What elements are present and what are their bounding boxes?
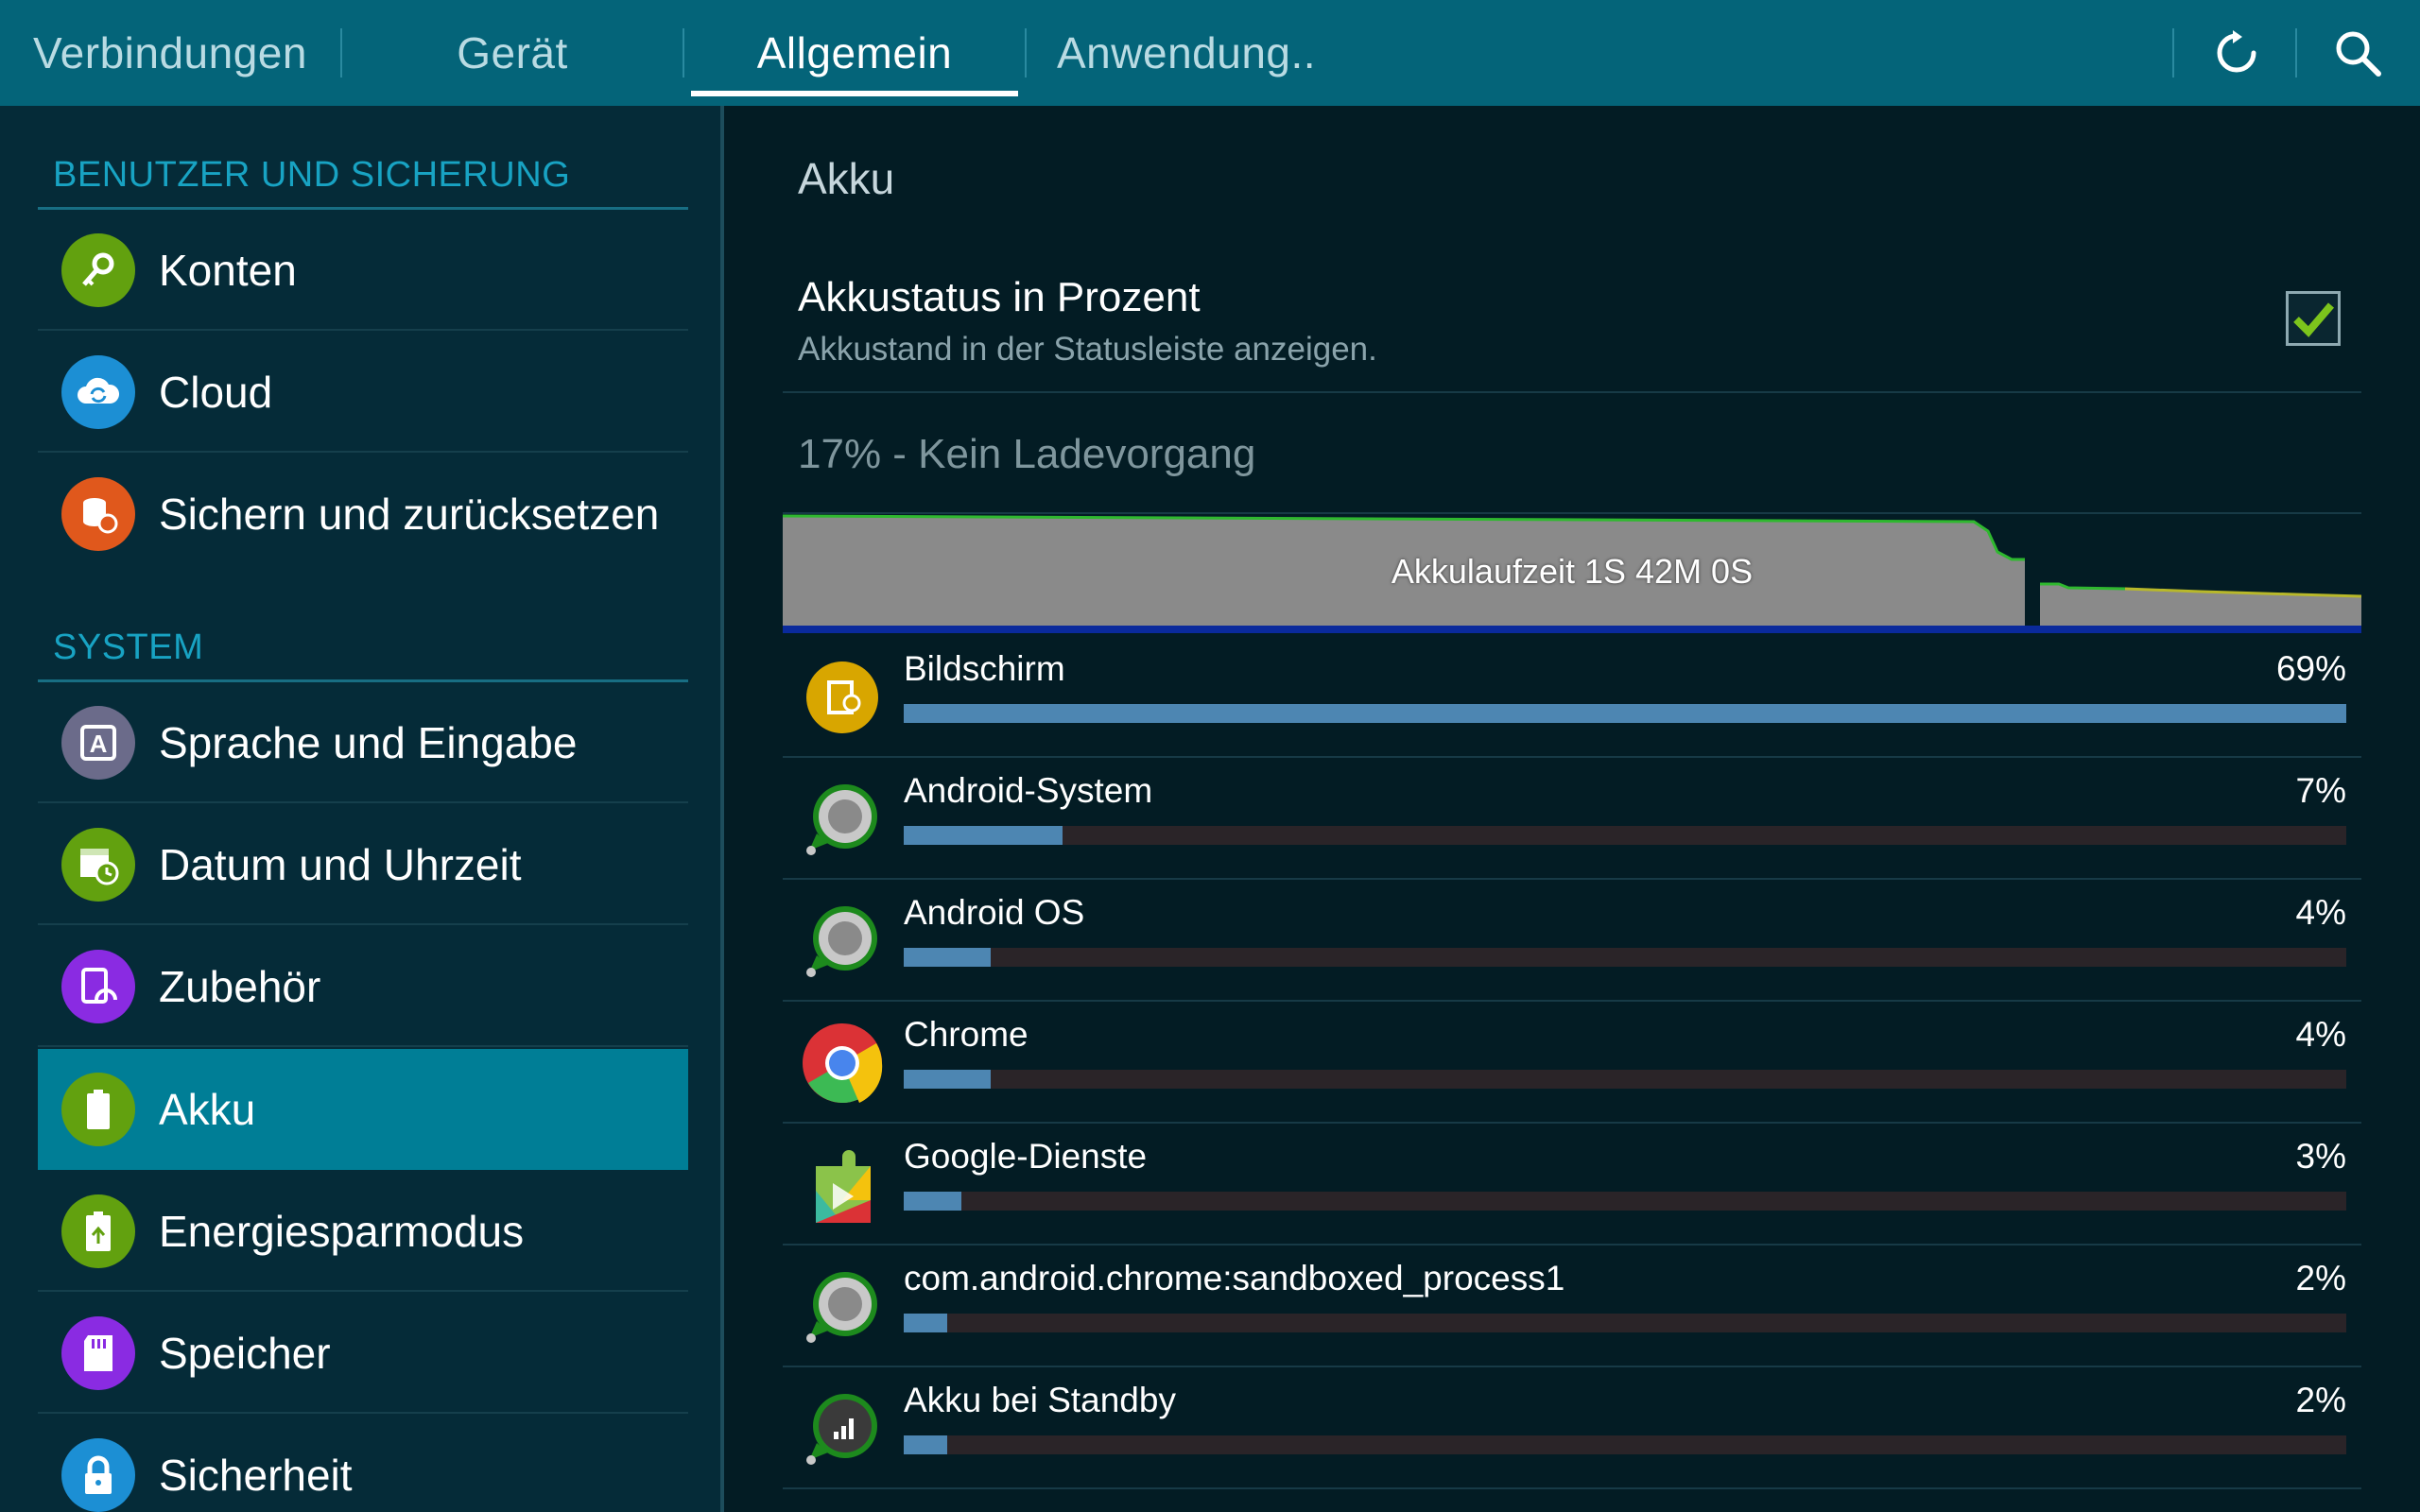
usage-percent: 4% xyxy=(2295,1015,2346,1054)
sidebar-item-datum[interactable]: Datum und Uhrzeit xyxy=(38,804,688,925)
sidebar-item-label: Energiesparmodus xyxy=(159,1207,525,1256)
accessory-icon xyxy=(61,950,135,1023)
tab-verbindungen[interactable]: Verbindungen xyxy=(0,0,340,106)
sidebar-item-backup[interactable]: Sichern und zurücksetzen xyxy=(38,454,688,575)
sidebar-item-label: Cloud xyxy=(159,368,273,417)
sidebar-item-speicher[interactable]: Speicher xyxy=(38,1293,688,1414)
sidebar-item-label: Sicherheit xyxy=(159,1451,353,1500)
standby-signal-icon xyxy=(800,1386,885,1471)
toolbar-separator xyxy=(2172,28,2174,77)
usage-bar xyxy=(904,1435,2346,1454)
google-services-icon xyxy=(800,1143,885,1228)
usage-bar-fill xyxy=(904,1070,991,1089)
usage-bar-fill xyxy=(904,1435,947,1454)
sd-card-icon xyxy=(61,1316,135,1390)
svg-text:A: A xyxy=(90,730,108,758)
lock-icon xyxy=(61,1438,135,1512)
sidebar-item-label: Sichern und zurücksetzen xyxy=(159,490,660,539)
usage-bar xyxy=(904,1314,2346,1332)
app-name: Chrome xyxy=(904,1015,1028,1054)
usage-bar xyxy=(904,1192,2346,1211)
usage-percent: 69% xyxy=(2275,649,2346,688)
sidebar-item-akku[interactable]: Akku xyxy=(38,1049,688,1170)
tab-anwendungen[interactable]: Anwendung.. xyxy=(1027,0,1348,106)
page-title: Akku xyxy=(798,154,895,203)
usage-percent: 3% xyxy=(2295,1137,2346,1176)
cloud-sync-icon xyxy=(61,355,135,429)
usage-row-chrome[interactable]: Chrome 4% xyxy=(783,1002,2361,1124)
section-header-system: SYSTEM xyxy=(53,627,204,667)
sidebar-item-konten[interactable]: Konten xyxy=(38,210,688,331)
usage-bar-fill xyxy=(904,704,2346,723)
calendar-clock-icon xyxy=(61,828,135,902)
usage-row-android-system[interactable]: Android-System 7% xyxy=(783,758,2361,880)
usage-percent: 2% xyxy=(2295,1259,2346,1297)
backup-restore-icon xyxy=(61,477,135,551)
usage-bar xyxy=(904,704,2346,723)
sidebar-item-cloud[interactable]: Cloud xyxy=(38,332,688,453)
app-name: Akku bei Standby xyxy=(904,1381,1176,1419)
app-name: Android-System xyxy=(904,771,1153,810)
sidebar-item-label: Datum und Uhrzeit xyxy=(159,840,522,889)
divider xyxy=(783,391,2361,393)
android-os-icon xyxy=(800,899,885,984)
checkmark-icon xyxy=(2293,302,2335,337)
battery-status: 17% - Kein Ladevorgang xyxy=(798,431,1256,477)
app-name: Bildschirm xyxy=(904,649,1065,688)
app-name: Android OS xyxy=(904,893,1085,932)
sidebar-item-label: Speicher xyxy=(159,1329,331,1378)
usage-row-akku-standby[interactable]: Akku bei Standby 2% xyxy=(783,1367,2361,1489)
active-tab-indicator xyxy=(691,91,1018,96)
section-header-user-backup: BENUTZER UND SICHERUNG xyxy=(53,155,571,195)
sidebar-item-label: Zubehör xyxy=(159,962,321,1011)
battery-icon xyxy=(61,1073,135,1146)
search-icon[interactable] xyxy=(2325,21,2390,85)
sidebar-item-energiesparmodus[interactable]: Energiesparmodus xyxy=(38,1171,688,1292)
app-name: Google-Dienste xyxy=(904,1137,1148,1176)
battery-percent-checkbox[interactable] xyxy=(2286,291,2341,346)
sidebar-item-zubehoer[interactable]: Zubehör xyxy=(38,926,688,1047)
process-icon xyxy=(800,1264,885,1349)
usage-percent: 2% xyxy=(2295,1381,2346,1419)
usage-bar xyxy=(904,1070,2346,1089)
usage-bar-fill xyxy=(904,948,991,967)
toolbar-separator xyxy=(2295,28,2297,77)
sidebar-item-sprache[interactable]: A Sprache und Eingabe xyxy=(38,682,688,803)
usage-bar-fill xyxy=(904,826,1063,845)
sidebar-item-label: Akku xyxy=(159,1085,256,1134)
usage-percent: 4% xyxy=(2295,893,2346,932)
usage-row-sandboxed-process[interactable]: com.android.chrome:sandboxed_process1 2% xyxy=(783,1246,2361,1367)
sidebar-item-label: Konten xyxy=(159,246,297,295)
key-icon xyxy=(61,233,135,307)
usage-row-bildschirm[interactable]: Bildschirm 69% xyxy=(783,636,2361,758)
usage-bar xyxy=(904,948,2346,967)
screen-brightness-icon xyxy=(800,655,885,740)
chrome-icon xyxy=(800,1021,885,1106)
tab-geraet[interactable]: Gerät xyxy=(342,0,683,106)
language-icon: A xyxy=(61,706,135,780)
power-saving-icon xyxy=(61,1194,135,1268)
usage-row-android-os[interactable]: Android OS 4% xyxy=(783,880,2361,1002)
usage-bar-fill xyxy=(904,1314,947,1332)
refresh-icon[interactable] xyxy=(2204,21,2269,85)
android-system-icon xyxy=(800,777,885,862)
usage-bar xyxy=(904,826,2346,845)
usage-row-google-dienste[interactable]: Google-Dienste 3% xyxy=(783,1124,2361,1246)
pref-subtitle: Akkustand in der Statusleiste anzeigen. xyxy=(798,331,1377,368)
usage-percent: 7% xyxy=(2295,771,2346,810)
app-name: com.android.chrome:sandboxed_process1 xyxy=(904,1259,1565,1297)
battery-runtime-label: Akkulaufzeit 1S 42M 0S xyxy=(1391,552,1754,591)
usage-bar-fill xyxy=(904,1192,962,1211)
sidebar-item-sicherheit[interactable]: Sicherheit xyxy=(38,1415,688,1512)
sidebar-item-label: Sprache und Eingabe xyxy=(159,718,578,767)
pref-title[interactable]: Akkustatus in Prozent xyxy=(798,274,1201,321)
